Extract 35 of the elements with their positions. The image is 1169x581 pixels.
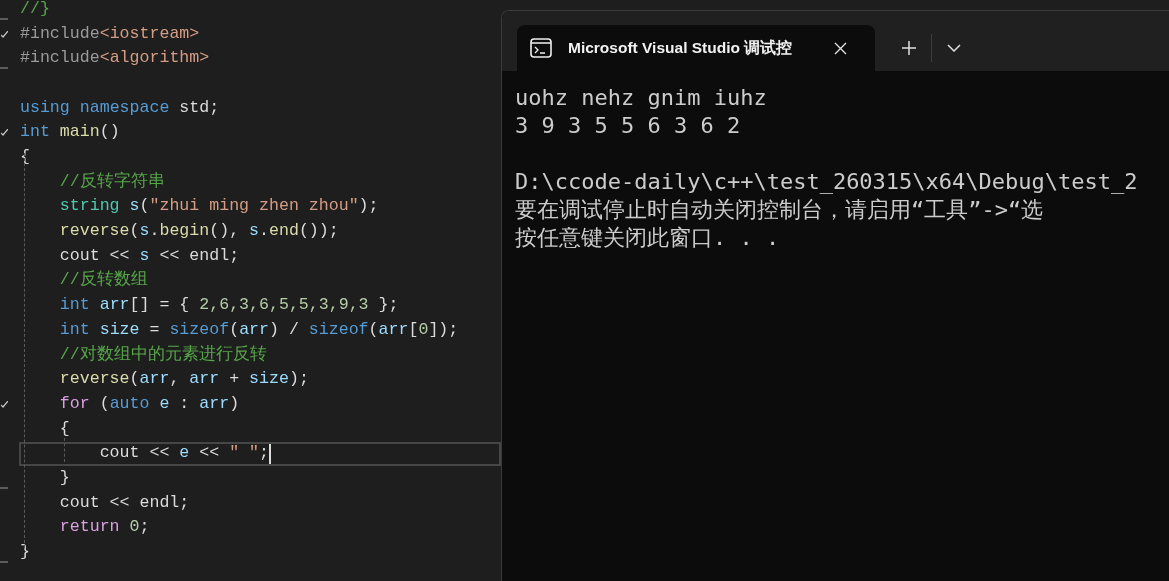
console-output-line: 按任意键关闭此窗口. . . [515, 224, 780, 252]
code-line: #include<iostream> [20, 22, 200, 45]
console-output-line: 3 9 3 5 5 6 3 6 2 [515, 112, 741, 140]
console-output-line: uohz nehz gnim iuhz [515, 84, 767, 112]
code-line: } [58, 466, 70, 489]
code-line: #include<algorithm> [20, 47, 210, 70]
code-line: { [58, 417, 70, 440]
code-line: int main() [20, 121, 120, 144]
code-line: string s("zhui ming zhen zhou"); [58, 195, 379, 218]
plus-icon [901, 40, 917, 56]
fold-marker-icon[interactable] [1, 30, 8, 38]
code-line: //反转数组 [58, 269, 148, 292]
code-line: for (auto e : arr) [58, 392, 240, 415]
code-line: //反转字符串 [58, 170, 165, 193]
fold-marker-icon[interactable] [1, 129, 8, 137]
text-cursor [269, 443, 271, 464]
code-line: using namespace std; [20, 96, 220, 119]
code-line: return 0; [58, 516, 150, 539]
terminal-tab[interactable]: Microsoft Visual Studio 调试控 [517, 25, 875, 71]
console-output-line: D:\ccode-daily\c++\test_260315\x64\Debug\test_2 [515, 168, 1138, 196]
console-icon [530, 38, 552, 58]
code-line: int arr[] = { 2,6,3,6,5,5,3,9,3 }; [58, 294, 399, 317]
tab-title: Microsoft Visual Studio 调试控 [568, 38, 794, 59]
code-line: reverse(arr, arr + size); [58, 368, 309, 391]
code-line: //对数组中的元素进行反转 [58, 343, 267, 366]
code-line: int size = sizeof(arr) / sizeof(arr[0]); [58, 318, 459, 341]
console-output-line: 要在调试停止时自动关闭控制台，请启用“工具”->“选 [515, 196, 1044, 224]
code-line: //} [20, 0, 50, 20]
close-icon[interactable] [834, 41, 847, 55]
code-line: cout << e << " "; [98, 442, 269, 465]
code-line: reverse(s.begin(), s.end()); [58, 220, 339, 243]
chevron-down-icon [947, 44, 961, 52]
fold-marker-icon[interactable] [1, 401, 8, 408]
code-line: cout << endl; [58, 491, 190, 514]
code-line: cout << s << endl; [58, 244, 240, 267]
